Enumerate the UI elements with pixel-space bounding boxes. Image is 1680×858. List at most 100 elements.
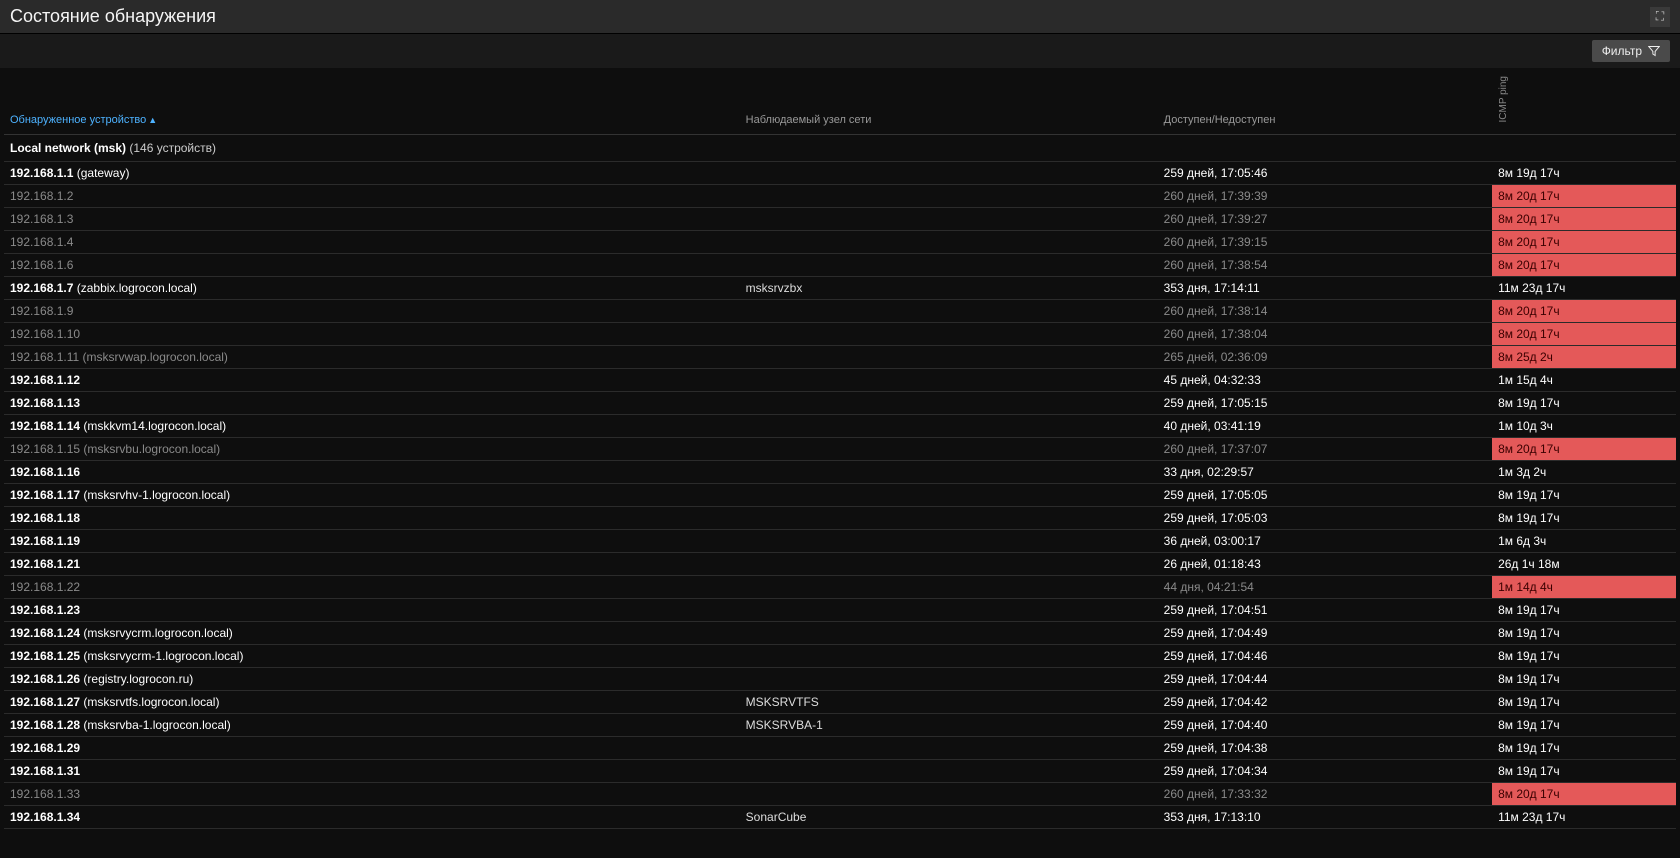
filter-button[interactable]: Фильтр bbox=[1592, 40, 1670, 62]
cell-node bbox=[740, 322, 1158, 345]
cell-node bbox=[740, 230, 1158, 253]
device-ip: 192.168.1.6 bbox=[10, 258, 73, 272]
table-row[interactable]: 192.168.1.3260 дней, 17:39:278м 20д 17ч bbox=[4, 207, 1676, 230]
cell-node bbox=[740, 253, 1158, 276]
device-ip: 192.168.1.11 bbox=[10, 350, 79, 364]
device-ip: 192.168.1.23 bbox=[10, 603, 80, 617]
cell-device: 192.168.1.17 (msksrvhv-1.logrocon.local) bbox=[4, 483, 740, 506]
cell-availability: 259 дней, 17:04:34 bbox=[1158, 759, 1492, 782]
fullscreen-button[interactable]: ⛶ bbox=[1650, 7, 1670, 27]
table-row[interactable]: 192.168.1.25 (msksrvycrm-1.logrocon.loca… bbox=[4, 644, 1676, 667]
cell-node bbox=[740, 667, 1158, 690]
cell-node bbox=[740, 506, 1158, 529]
cell-device: 192.168.1.23 bbox=[4, 598, 740, 621]
table-row[interactable]: 192.168.1.2244 дня, 04:21:541м 14д 4ч bbox=[4, 575, 1676, 598]
device-ip: 192.168.1.22 bbox=[10, 580, 80, 594]
table-row[interactable]: 192.168.1.1633 дня, 02:29:571м 3д 2ч bbox=[4, 460, 1676, 483]
group-name: Local network (msk) bbox=[10, 141, 126, 155]
cell-icmp: 8м 20д 17ч bbox=[1492, 437, 1676, 460]
table-row[interactable]: 192.168.1.29259 дней, 17:04:388м 19д 17ч bbox=[4, 736, 1676, 759]
cell-device: 192.168.1.31 bbox=[4, 759, 740, 782]
table-row[interactable]: 192.168.1.17 (msksrvhv-1.logrocon.local)… bbox=[4, 483, 1676, 506]
group-count: (146 устройств) bbox=[129, 141, 216, 155]
cell-availability: 260 дней, 17:37:07 bbox=[1158, 437, 1492, 460]
table-row[interactable]: 192.168.1.7 (zabbix.logrocon.local)msksr… bbox=[4, 276, 1676, 299]
cell-device: 192.168.1.29 bbox=[4, 736, 740, 759]
table-row[interactable]: 192.168.1.24 (msksrvycrm.logrocon.local)… bbox=[4, 621, 1676, 644]
cell-availability: 44 дня, 04:21:54 bbox=[1158, 575, 1492, 598]
device-ip: 192.168.1.2 bbox=[10, 189, 73, 203]
cell-availability: 259 дней, 17:05:15 bbox=[1158, 391, 1492, 414]
cell-device: 192.168.1.22 bbox=[4, 575, 740, 598]
device-ip: 192.168.1.33 bbox=[10, 787, 80, 801]
table-row[interactable]: 192.168.1.14 (mskkvm14.logrocon.local)40… bbox=[4, 414, 1676, 437]
table-row[interactable]: 192.168.1.4260 дней, 17:39:158м 20д 17ч bbox=[4, 230, 1676, 253]
cell-icmp: 1м 6д 3ч bbox=[1492, 529, 1676, 552]
table-row[interactable]: 192.168.1.1245 дней, 04:32:331м 15д 4ч bbox=[4, 368, 1676, 391]
table-row[interactable]: 192.168.1.13259 дней, 17:05:158м 19д 17ч bbox=[4, 391, 1676, 414]
cell-availability: 33 дня, 02:29:57 bbox=[1158, 460, 1492, 483]
device-ip: 192.168.1.27 bbox=[10, 695, 80, 709]
device-ip: 192.168.1.1 bbox=[10, 166, 73, 180]
cell-device: 192.168.1.25 (msksrvycrm-1.logrocon.loca… bbox=[4, 644, 740, 667]
cell-node bbox=[740, 483, 1158, 506]
col-header-icmp[interactable]: ICMP ping bbox=[1492, 68, 1676, 134]
table-row[interactable]: 192.168.1.26 (registry.logrocon.ru)259 д… bbox=[4, 667, 1676, 690]
cell-device: 192.168.1.19 bbox=[4, 529, 740, 552]
device-ip: 192.168.1.4 bbox=[10, 235, 73, 249]
table-row[interactable]: 192.168.1.31259 дней, 17:04:348м 19д 17ч bbox=[4, 759, 1676, 782]
device-hostname: (msksrvtfs.logrocon.local) bbox=[83, 695, 219, 709]
table-row[interactable]: 192.168.1.9260 дней, 17:38:148м 20д 17ч bbox=[4, 299, 1676, 322]
device-ip: 192.168.1.9 bbox=[10, 304, 73, 318]
table-row[interactable]: 192.168.1.18259 дней, 17:05:038м 19д 17ч bbox=[4, 506, 1676, 529]
cell-icmp: 8м 19д 17ч bbox=[1492, 644, 1676, 667]
sort-device-link[interactable]: Обнаруженное устройство bbox=[10, 114, 146, 126]
cell-availability: 259 дней, 17:04:42 bbox=[1158, 690, 1492, 713]
device-ip: 192.168.1.14 bbox=[10, 419, 80, 433]
cell-availability: 353 дня, 17:13:10 bbox=[1158, 805, 1492, 828]
cell-icmp: 8м 19д 17ч bbox=[1492, 391, 1676, 414]
group-row: Local network (msk) (146 устройств) bbox=[4, 134, 1676, 161]
device-ip: 192.168.1.31 bbox=[10, 764, 80, 778]
cell-node bbox=[740, 345, 1158, 368]
col-header-availability[interactable]: Доступен/Недоступен bbox=[1158, 68, 1492, 134]
cell-icmp: 8м 19д 17ч bbox=[1492, 690, 1676, 713]
discovery-table: Обнаруженное устройство▲ Наблюдаемый узе… bbox=[4, 68, 1676, 829]
col-header-device[interactable]: Обнаруженное устройство▲ bbox=[4, 68, 740, 134]
device-ip: 192.168.1.28 bbox=[10, 718, 80, 732]
device-hostname: (msksrvhv-1.logrocon.local) bbox=[83, 488, 230, 502]
table-row[interactable]: 192.168.1.27 (msksrvtfs.logrocon.local)M… bbox=[4, 690, 1676, 713]
cell-icmp: 1м 10д 3ч bbox=[1492, 414, 1676, 437]
table-row[interactable]: 192.168.1.10260 дней, 17:38:048м 20д 17ч bbox=[4, 322, 1676, 345]
table-row[interactable]: 192.168.1.23259 дней, 17:04:518м 19д 17ч bbox=[4, 598, 1676, 621]
cell-device: 192.168.1.3 bbox=[4, 207, 740, 230]
cell-icmp: 8м 20д 17ч bbox=[1492, 299, 1676, 322]
cell-icmp: 8м 19д 17ч bbox=[1492, 713, 1676, 736]
cell-icmp: 11м 23д 17ч bbox=[1492, 805, 1676, 828]
cell-device: 192.168.1.33 bbox=[4, 782, 740, 805]
cell-icmp: 8м 19д 17ч bbox=[1492, 506, 1676, 529]
cell-node bbox=[740, 184, 1158, 207]
cell-device: 192.168.1.4 bbox=[4, 230, 740, 253]
table-row[interactable]: 192.168.1.2 260 дней, 17:39:398м 20д 17ч bbox=[4, 184, 1676, 207]
table-row[interactable]: 192.168.1.2126 дней, 01:18:4326д 1ч 18м bbox=[4, 552, 1676, 575]
col-header-node[interactable]: Наблюдаемый узел сети bbox=[740, 68, 1158, 134]
table-row[interactable]: 192.168.1.1936 дней, 03:00:171м 6д 3ч bbox=[4, 529, 1676, 552]
table-row[interactable]: 192.168.1.6260 дней, 17:38:548м 20д 17ч bbox=[4, 253, 1676, 276]
cell-icmp: 11м 23д 17ч bbox=[1492, 276, 1676, 299]
table-row[interactable]: 192.168.1.33260 дней, 17:33:328м 20д 17ч bbox=[4, 782, 1676, 805]
cell-node bbox=[740, 759, 1158, 782]
table-row[interactable]: 192.168.1.34SonarCube353 дня, 17:13:1011… bbox=[4, 805, 1676, 828]
cell-node bbox=[740, 621, 1158, 644]
cell-icmp: 26д 1ч 18м bbox=[1492, 552, 1676, 575]
table-row[interactable]: 192.168.1.15 (msksrvbu.logrocon.local)26… bbox=[4, 437, 1676, 460]
table-row[interactable]: 192.168.1.1 (gateway)259 дней, 17:05:468… bbox=[4, 161, 1676, 184]
table-row[interactable]: 192.168.1.28 (msksrvba-1.logrocon.local)… bbox=[4, 713, 1676, 736]
cell-availability: 260 дней, 17:39:39 bbox=[1158, 184, 1492, 207]
table-row[interactable]: 192.168.1.11 (msksrvwap.logrocon.local)2… bbox=[4, 345, 1676, 368]
cell-availability: 259 дней, 17:04:40 bbox=[1158, 713, 1492, 736]
cell-availability: 265 дней, 02:36:09 bbox=[1158, 345, 1492, 368]
cell-icmp: 8м 20д 17ч bbox=[1492, 184, 1676, 207]
device-hostname: (gateway) bbox=[77, 166, 130, 180]
device-ip: 192.168.1.17 bbox=[10, 488, 80, 502]
